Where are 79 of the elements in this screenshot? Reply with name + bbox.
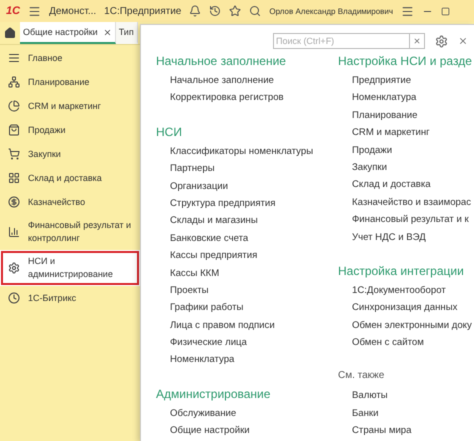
section-link[interactable]: Структура предприятия	[170, 194, 338, 212]
close-icon[interactable]	[102, 28, 112, 36]
bag-icon	[8, 124, 20, 136]
section-link[interactable]: Номенклатура	[170, 351, 338, 369]
section-link[interactable]: Склады и магазины	[170, 212, 338, 230]
star-icon[interactable]	[229, 5, 242, 17]
section-link[interactable]: Учет НДС и ВЭД	[352, 228, 474, 246]
section-link[interactable]: Начальное заполнение	[170, 72, 338, 90]
maximize-icon[interactable]	[441, 6, 450, 16]
sidebar-item[interactable]: Финансовый результат и контроллинг	[0, 214, 140, 250]
grid-icon	[8, 172, 20, 184]
section-link[interactable]: Корректировка регистров	[170, 89, 338, 107]
search-field[interactable]: Поиск (Ctrl+F)	[273, 33, 409, 49]
section-link[interactable]: Партнеры	[170, 160, 338, 178]
section-link[interactable]: Лица с правом подписи	[170, 316, 338, 334]
section-link[interactable]: Общие настройки	[170, 422, 338, 440]
section-link[interactable]: Финансовый результат и к	[352, 211, 474, 229]
section-link[interactable]: Классификаторы номенклатуры	[170, 142, 338, 160]
tab[interactable]: Общие настройки	[20, 22, 116, 44]
section-link[interactable]: Склад и доставка	[352, 176, 474, 194]
clock-icon	[8, 292, 20, 304]
menu-icon	[8, 52, 20, 64]
section-link[interactable]: Обмен с сайтом	[352, 334, 474, 352]
section-link[interactable]: Страны мира	[352, 422, 474, 440]
menu-icon[interactable]	[28, 4, 42, 18]
section-link[interactable]: 1С:Документооборот	[352, 282, 474, 300]
sidebar-item[interactable]: CRM и маркетинг	[0, 94, 140, 118]
section-link[interactable]: Банки	[352, 404, 474, 422]
section-link[interactable]: Валюты	[352, 387, 474, 405]
search-icon[interactable]	[249, 5, 262, 17]
section-heading: Администрирование	[156, 386, 272, 402]
section-link[interactable]: Продажи	[352, 142, 474, 159]
hierarchy-icon	[8, 76, 20, 88]
section-link[interactable]: Организации	[170, 178, 338, 195]
sidebar-item[interactable]: НСИ и администрирование	[0, 250, 140, 286]
section-heading: Настройка НСИ и разде	[338, 53, 473, 69]
section-link[interactable]: Казначейство и взаиморас	[352, 194, 474, 212]
cart-icon	[8, 148, 20, 160]
section-link[interactable]: Планирование	[352, 106, 474, 124]
section-link[interactable]: Физические лица	[170, 334, 338, 352]
pie-chart-icon	[8, 100, 20, 112]
settings-icon	[8, 262, 20, 274]
sidebar-item[interactable]: Склад и доставка	[0, 166, 140, 190]
section-link[interactable]: Синхронизация данных	[352, 299, 474, 317]
section-link[interactable]: Банковские счета	[170, 230, 338, 248]
coin-icon	[8, 196, 20, 208]
menu-icon[interactable]	[401, 4, 414, 18]
sidebar-item[interactable]: Казначейство	[0, 190, 140, 214]
bar-chart-icon	[8, 226, 20, 238]
section-link[interactable]: Графики работы	[170, 299, 338, 317]
sidebar-item[interactable]: Планирование	[0, 70, 140, 94]
sidebar-item[interactable]: Главное	[0, 46, 140, 70]
tab[interactable]: Тип	[116, 22, 138, 44]
section-link[interactable]: Предприятие	[352, 72, 474, 90]
user-name[interactable]: Орлов Александр Владимирович	[269, 6, 394, 16]
section-link[interactable]: Кассы ККМ	[170, 264, 338, 282]
section-heading: См. также	[338, 369, 386, 384]
clear-icon[interactable]	[413, 37, 421, 45]
settings-icon[interactable]	[435, 34, 448, 48]
app-name: 1С:Предприятие	[104, 6, 182, 16]
bell-icon[interactable]	[189, 5, 202, 17]
section-link[interactable]: Кассы предприятия	[170, 247, 338, 265]
section-link[interactable]: Обмен электронными доку	[352, 316, 474, 334]
history-icon[interactable]	[209, 5, 222, 17]
section-heading: Начальное заполнение	[156, 53, 287, 69]
sidebar-item[interactable]: Продажи	[0, 118, 140, 142]
app-logo: 1С	[6, 5, 20, 17]
section-heading: Настройка интеграции	[338, 262, 465, 279]
sidebar-item[interactable]: 1С-Битрикс	[0, 286, 140, 310]
section-link[interactable]: Номенклатура	[352, 89, 474, 107]
section-link[interactable]: CRM и маркетинг	[352, 124, 474, 142]
section-link[interactable]: Закупки	[352, 158, 474, 176]
section-heading: НСИ	[156, 124, 183, 140]
sidebar-item[interactable]: Закупки	[0, 142, 140, 166]
window-title: Демонст...	[49, 6, 96, 16]
section-link[interactable]: Проекты	[170, 282, 338, 300]
close-icon[interactable]	[458, 36, 468, 46]
section-link[interactable]: Обслуживание	[170, 404, 338, 422]
home-icon[interactable]	[4, 27, 16, 39]
